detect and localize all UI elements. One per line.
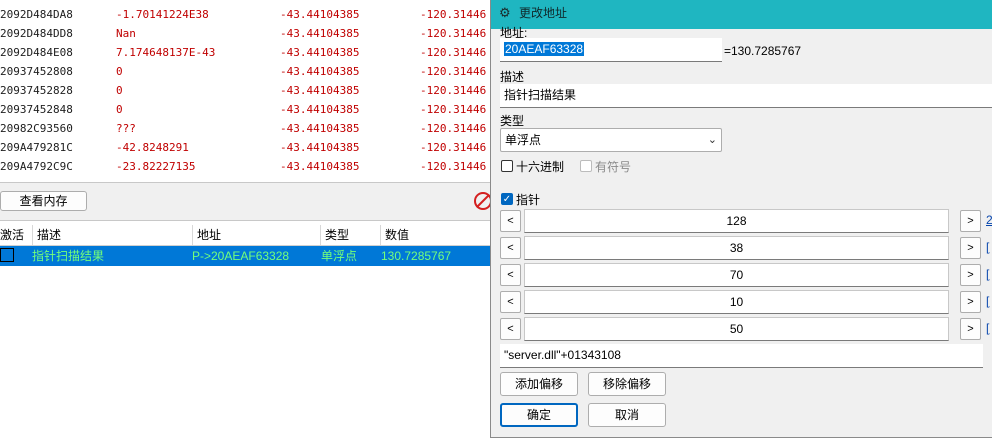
scan-row-address: 20937452828 bbox=[0, 84, 73, 97]
description-input[interactable]: 指针扫描结果 bbox=[500, 84, 992, 108]
active-checkbox[interactable] bbox=[0, 248, 14, 262]
scan-row-address: 20937452808 bbox=[0, 65, 73, 78]
memory-toolbar: 查看内存 bbox=[0, 182, 500, 221]
header-type[interactable]: 类型 bbox=[320, 225, 380, 245]
scan-row-extra: -120.31446 bbox=[420, 8, 487, 21]
view-memory-button[interactable]: 查看内存 bbox=[0, 191, 87, 211]
signed-checkbox[interactable] bbox=[580, 160, 592, 172]
scan-row-previous: -43.44104385 bbox=[280, 122, 360, 135]
offset-input[interactable]: 70 bbox=[524, 263, 949, 287]
offset-address-link[interactable]: [ bbox=[986, 240, 989, 254]
hex-label: 十六进制 bbox=[516, 160, 565, 174]
scan-row-value: 0 bbox=[116, 65, 123, 78]
header-value[interactable]: 数值 bbox=[380, 225, 500, 245]
scan-row-extra: -120.31446 bbox=[420, 160, 487, 173]
scan-row-extra: -120.31446 bbox=[420, 122, 487, 135]
scan-row-value: ??? bbox=[116, 122, 136, 135]
pointer-checkbox[interactable]: ✓ bbox=[501, 193, 513, 205]
dialog-titlebar[interactable]: ⚙ 更改地址 bbox=[491, 0, 992, 29]
signed-label: 有符号 bbox=[595, 160, 632, 174]
offset-input[interactable]: 38 bbox=[524, 236, 949, 260]
offset-address-link[interactable]: 2 bbox=[986, 213, 992, 227]
row-type: 单浮点 bbox=[321, 249, 358, 263]
address-result: =130.7285767 bbox=[724, 44, 802, 58]
scan-row-extra: -120.31446 bbox=[420, 27, 487, 40]
chevron-down-icon: ⌄ bbox=[707, 134, 717, 146]
offset-address-link[interactable]: [ bbox=[986, 267, 989, 281]
scan-row-previous: -43.44104385 bbox=[280, 103, 360, 116]
scan-row-address: 209A479281C bbox=[0, 141, 73, 154]
address-input-value: 20AEAF63328 bbox=[504, 42, 585, 56]
offset-increment-button[interactable]: > bbox=[960, 237, 981, 259]
app-gear-icon: ⚙ bbox=[499, 5, 511, 20]
scan-row-extra: -120.31446 bbox=[420, 46, 487, 59]
header-address[interactable]: 地址 bbox=[192, 225, 320, 245]
offset-decrement-button[interactable]: < bbox=[500, 264, 521, 286]
offset-increment-button[interactable]: > bbox=[960, 264, 981, 286]
offset-decrement-button[interactable]: < bbox=[500, 291, 521, 313]
dialog-title: 更改地址 bbox=[519, 6, 568, 20]
offset-decrement-button[interactable]: < bbox=[500, 210, 521, 232]
type-label: 类型 bbox=[500, 114, 525, 128]
offset-decrement-button[interactable]: < bbox=[500, 237, 521, 259]
scan-results-list[interactable]: 2092D484DA8 -1.70141224E38 -43.44104385 … bbox=[0, 0, 500, 182]
address-table: 激活 描述 地址 类型 数值 指针扫描结果 P->20AEAF63328 单浮点… bbox=[0, 220, 500, 440]
row-description: 指针扫描结果 bbox=[32, 249, 105, 263]
add-offset-button[interactable]: 添加偏移 bbox=[500, 372, 578, 396]
scan-row-previous: -43.44104385 bbox=[280, 84, 360, 97]
offset-input[interactable]: 10 bbox=[524, 290, 949, 314]
table-row[interactable]: 指针扫描结果 P->20AEAF63328 单浮点 130.7285767 bbox=[0, 246, 500, 266]
header-active[interactable]: 激活 bbox=[0, 225, 32, 245]
pointer-label: 指针 bbox=[516, 193, 541, 207]
scan-row-extra: -120.31446 bbox=[420, 84, 487, 97]
header-description[interactable]: 描述 bbox=[32, 225, 192, 245]
type-select[interactable]: 单浮点 ⌄ bbox=[500, 128, 722, 152]
scan-row-value: -1.70141224E38 bbox=[116, 8, 209, 21]
offset-input[interactable]: 50 bbox=[524, 317, 949, 341]
scan-row-address: 209A4792C9C bbox=[0, 160, 73, 173]
change-address-dialog: ⚙ 更改地址 地址: 20AEAF63328 =130.7285767 描述 指… bbox=[490, 0, 992, 438]
base-address-input[interactable]: "server.dll"+01343108 bbox=[500, 344, 983, 368]
offset-address-link[interactable]: [ bbox=[986, 294, 989, 308]
scan-row-previous: -43.44104385 bbox=[280, 27, 360, 40]
offset-increment-button[interactable]: > bbox=[960, 291, 981, 313]
scan-row-value: 7.174648137E-43 bbox=[116, 46, 216, 59]
hex-checkbox[interactable] bbox=[501, 160, 513, 172]
scan-row-address: 2092D484DD8 bbox=[0, 27, 73, 40]
offset-input[interactable]: 128 bbox=[524, 209, 949, 233]
scan-row-address: 20937452848 bbox=[0, 103, 73, 116]
scan-row-address: 2092D484DA8 bbox=[0, 8, 73, 21]
cancel-button[interactable]: 取消 bbox=[588, 403, 666, 427]
offset-decrement-button[interactable]: < bbox=[500, 318, 521, 340]
scan-row-previous: -43.44104385 bbox=[280, 46, 360, 59]
table-header: 激活 描述 地址 类型 数值 bbox=[0, 225, 500, 246]
description-label: 描述 bbox=[500, 70, 525, 84]
scan-row-previous: -43.44104385 bbox=[280, 141, 360, 154]
scan-row-previous: -43.44104385 bbox=[280, 160, 360, 173]
scan-row-address: 2092D484E08 bbox=[0, 46, 73, 59]
scan-row-previous: -43.44104385 bbox=[280, 8, 360, 21]
offset-increment-button[interactable]: > bbox=[960, 318, 981, 340]
scan-row-value: Nan bbox=[116, 27, 136, 40]
scan-row-address: 20982C93560 bbox=[0, 122, 73, 135]
ok-button[interactable]: 确定 bbox=[500, 403, 578, 427]
remove-offset-button[interactable]: 移除偏移 bbox=[588, 372, 666, 396]
offset-address-link[interactable]: [ bbox=[986, 321, 989, 335]
row-value: 130.7285767 bbox=[381, 249, 452, 263]
scan-row-value: 0 bbox=[116, 84, 123, 97]
type-select-value: 单浮点 bbox=[505, 133, 542, 147]
scan-row-extra: -120.31446 bbox=[420, 65, 487, 78]
address-input[interactable]: 20AEAF63328 bbox=[500, 38, 722, 62]
scan-row-value: -23.82227135 bbox=[116, 160, 196, 173]
scan-row-previous: -43.44104385 bbox=[280, 65, 360, 78]
scan-row-value: 0 bbox=[116, 103, 123, 116]
scan-row-value: -42.8248291 bbox=[116, 141, 189, 154]
scan-row-extra: -120.31446 bbox=[420, 141, 487, 154]
row-address: P->20AEAF63328 bbox=[192, 249, 290, 263]
scan-row-extra: -120.31446 bbox=[420, 103, 487, 116]
offset-increment-button[interactable]: > bbox=[960, 210, 981, 232]
